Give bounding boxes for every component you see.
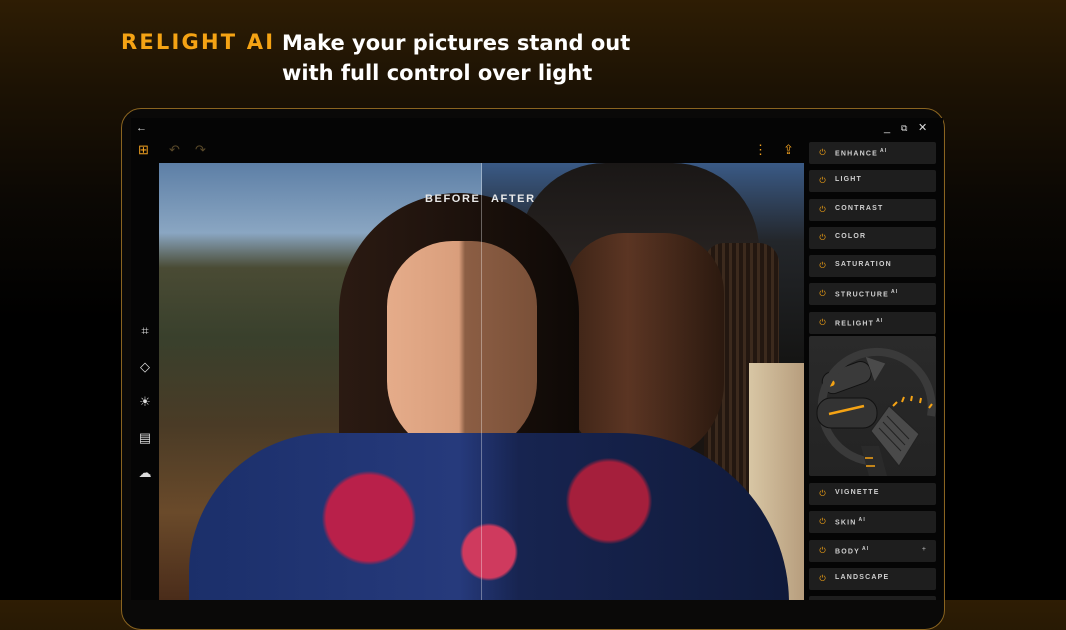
- panel-item-partial[interactable]: [809, 596, 936, 600]
- compare-divider[interactable]: [481, 163, 482, 600]
- panel-item-light[interactable]: ⏻ LIGHT: [809, 170, 936, 192]
- photo-canvas[interactable]: BEFORE AFTER: [159, 163, 804, 600]
- panel-item-label: SATURATION: [835, 261, 892, 268]
- brightness-icon[interactable]: ☀: [137, 394, 153, 410]
- redo-icon[interactable]: ↷: [195, 142, 206, 158]
- panel-item-label: ENHANCE AI: [835, 148, 888, 158]
- panel-item-saturation[interactable]: ⏻ SATURATION: [809, 255, 936, 277]
- panel-item-label: VIGNETTE: [835, 489, 880, 496]
- panel-item-body[interactable]: ⏻ BODY AI +: [809, 540, 936, 562]
- app-screen: ← _ ⧉ ✕ ⊞ ↶ ↷ ⋮ ⇪ ⌗ ◇ ☀ ▤ ☁ BEFORE AFTER…: [131, 118, 943, 600]
- relight-control[interactable]: [809, 336, 936, 476]
- panel-item-label: BODY AI: [835, 546, 870, 556]
- man-face: [564, 233, 724, 463]
- before-label: BEFORE: [425, 193, 481, 205]
- power-icon[interactable]: ⏻: [817, 317, 828, 328]
- power-icon[interactable]: ⏻: [817, 545, 828, 556]
- panel-item-label: LANDSCAPE: [835, 574, 890, 581]
- panel-item-vignette[interactable]: ⏻ VIGNETTE: [809, 483, 936, 505]
- undo-icon[interactable]: ↶: [169, 142, 180, 158]
- power-icon[interactable]: ⏻: [817, 288, 828, 299]
- panel-item-structure[interactable]: ⏻ STRUCTURE AI: [809, 283, 936, 305]
- power-icon[interactable]: ⏻: [817, 516, 828, 527]
- power-icon[interactable]: ⏻: [817, 232, 828, 243]
- more-vertical-icon[interactable]: ⋮: [754, 142, 767, 158]
- woman-scarf: [189, 433, 789, 600]
- back-arrow-icon[interactable]: ←: [136, 121, 147, 135]
- panel-item-skin[interactable]: ⏻ SKIN AI: [809, 511, 936, 533]
- share-icon[interactable]: ⇪: [783, 142, 794, 158]
- panel-item-color[interactable]: ⏻ COLOR: [809, 227, 936, 249]
- panel-item-enhance[interactable]: ⏻ ENHANCE AI: [809, 142, 936, 164]
- panel-item-label: STRUCTURE AI: [835, 289, 899, 299]
- headline-line-2: with full control over light: [282, 61, 593, 85]
- panel-item-label: CONTRAST: [835, 205, 884, 212]
- power-icon[interactable]: ⏻: [817, 175, 828, 186]
- power-icon[interactable]: ⏻: [817, 488, 828, 499]
- panel-item-contrast[interactable]: ⏻ CONTRAST: [809, 199, 936, 221]
- after-label: AFTER: [491, 193, 536, 205]
- panel-item-relight[interactable]: ⏻ RELIGHT AI: [809, 312, 936, 334]
- eraser-icon[interactable]: ◇: [137, 359, 153, 375]
- panel-item-label: LIGHT: [835, 176, 862, 183]
- power-icon[interactable]: ⏻: [817, 147, 828, 158]
- power-icon[interactable]: ⏻: [817, 260, 828, 271]
- layers-icon[interactable]: ▤: [137, 430, 153, 446]
- panel-item-label: COLOR: [835, 233, 867, 240]
- woman-face: [387, 241, 537, 456]
- panel-item-label: SKIN AI: [835, 517, 866, 527]
- title-bar: ← _ ⧉ ✕: [131, 118, 943, 138]
- close-icon[interactable]: ✕: [918, 121, 927, 135]
- crop-icon[interactable]: ⌗: [137, 323, 153, 339]
- headline-line-1: Make your pictures stand out: [282, 31, 631, 55]
- grid-icon[interactable]: ⊞: [138, 142, 149, 158]
- weather-icon[interactable]: ☁: [137, 465, 153, 481]
- headline: Make your pictures stand out with full c…: [282, 28, 630, 88]
- brand-title: RELIGHT AI: [121, 30, 276, 54]
- panel-item-label: RELIGHT AI: [835, 318, 884, 328]
- power-icon[interactable]: ⏻: [817, 573, 828, 584]
- relight-dial-graphic: [816, 347, 936, 476]
- restore-icon[interactable]: ⧉: [901, 121, 907, 135]
- minimize-icon[interactable]: _: [884, 121, 890, 135]
- panel-item-landscape[interactable]: ⏻ LANDSCAPE: [809, 568, 936, 590]
- power-icon[interactable]: ⏻: [817, 204, 828, 215]
- expand-icon[interactable]: +: [922, 546, 926, 553]
